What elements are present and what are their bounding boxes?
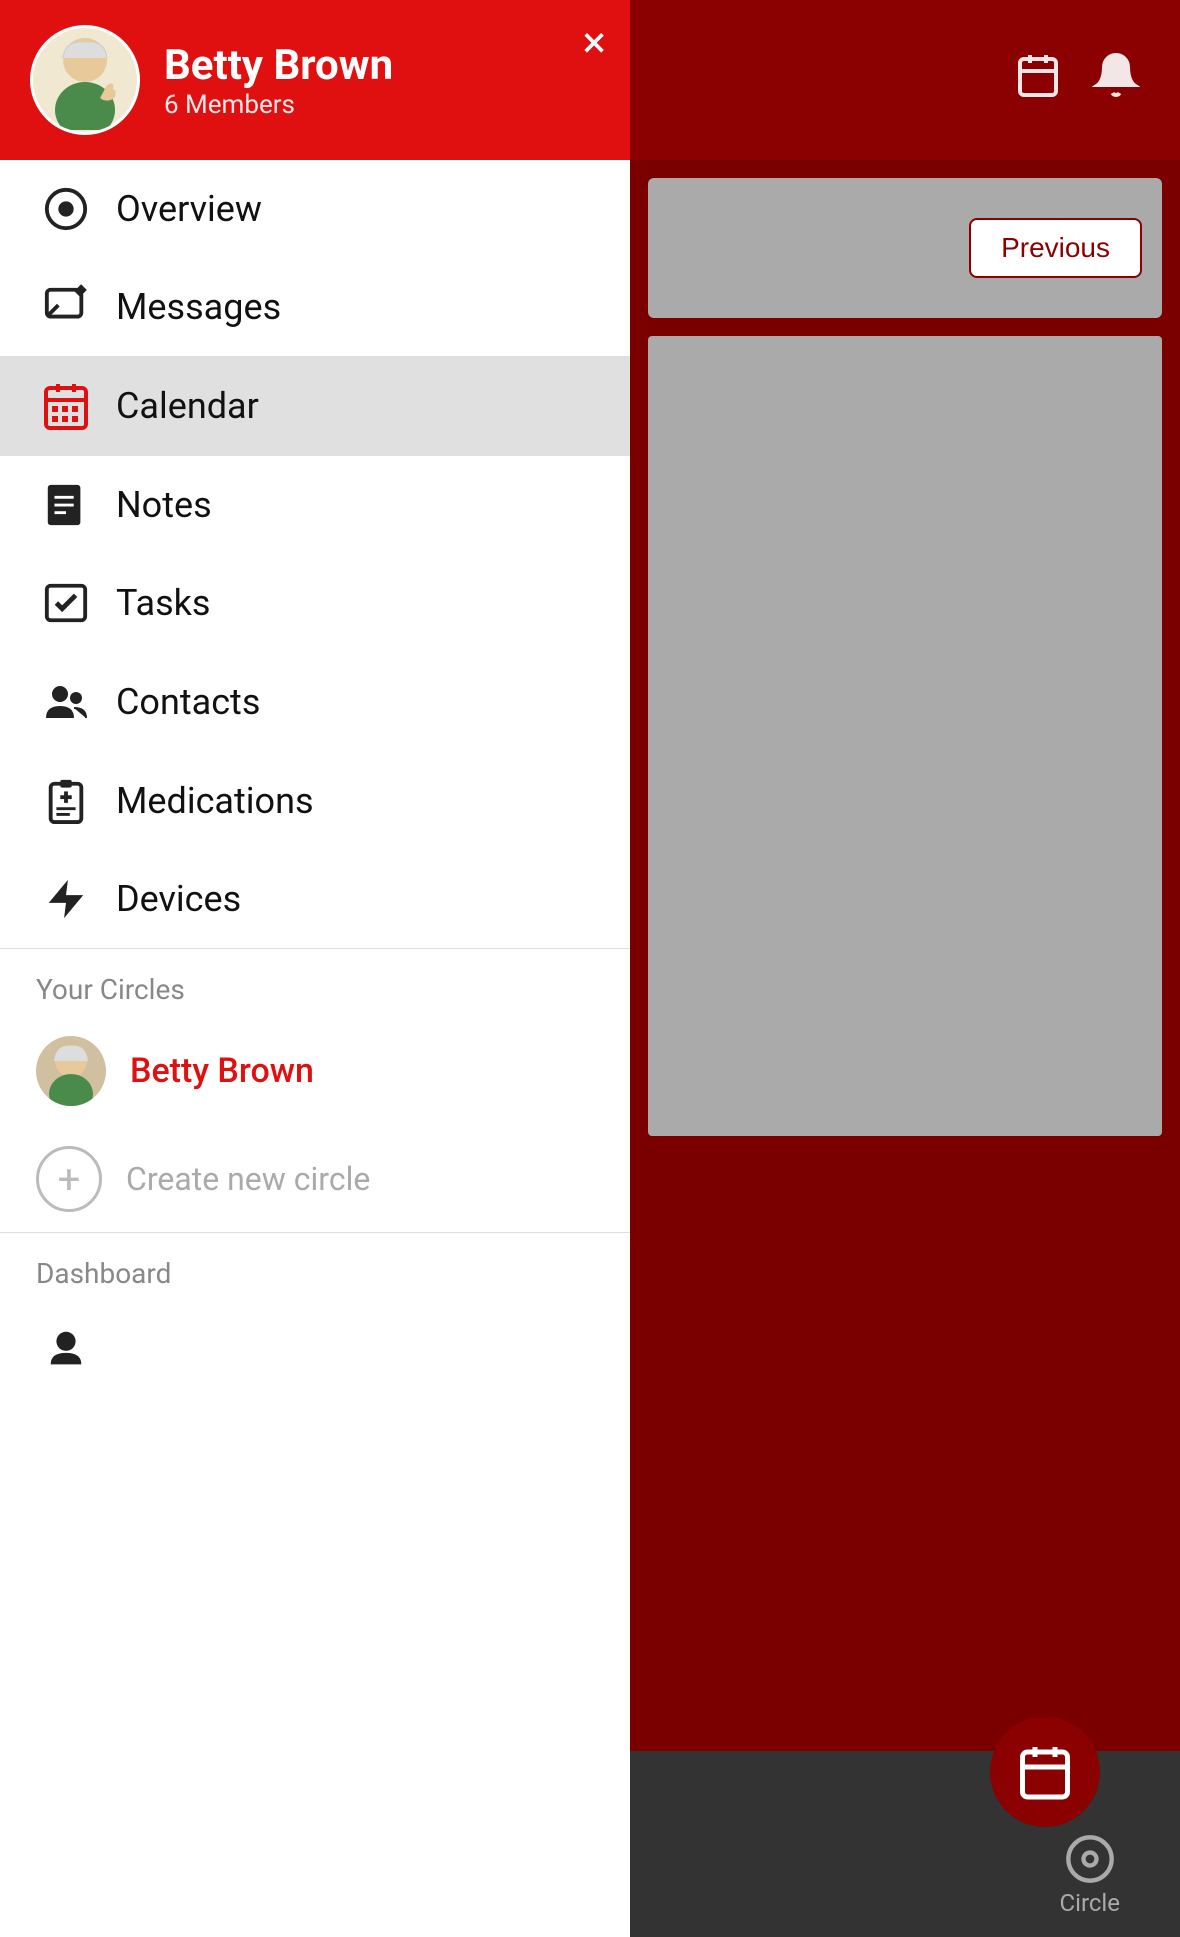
nav-item-overview[interactable]: Overview bbox=[0, 160, 630, 258]
bell-icon[interactable] bbox=[1092, 51, 1140, 110]
calendar-icon[interactable] bbox=[1014, 51, 1062, 110]
contacts-icon bbox=[36, 678, 96, 726]
create-circle-button[interactable]: + Create new circle bbox=[0, 1126, 630, 1232]
nav-item-notes[interactable]: Notes bbox=[0, 456, 630, 554]
overview-label: Overview bbox=[116, 188, 262, 230]
avatar bbox=[30, 25, 140, 135]
messages-icon bbox=[36, 284, 96, 330]
right-panel: Previous bbox=[630, 0, 1180, 1937]
circle-nav-item[interactable]: Circle bbox=[1060, 1833, 1121, 1917]
header-info: Betty Brown 6 Members bbox=[164, 41, 393, 120]
dashboard-section: Dashboard bbox=[0, 1233, 630, 1300]
fab-calendar-button[interactable] bbox=[990, 1717, 1100, 1827]
members-count: 6 Members bbox=[164, 90, 393, 120]
user-name: Betty Brown bbox=[164, 41, 393, 90]
notes-icon bbox=[36, 482, 96, 528]
nav-item-messages[interactable]: Messages bbox=[0, 258, 630, 356]
bottom-bar: Circle bbox=[630, 1751, 1180, 1937]
nav-list: Overview Messages bbox=[0, 160, 630, 1937]
notes-label: Notes bbox=[116, 484, 212, 526]
nav-item-devices[interactable]: Devices bbox=[0, 850, 630, 948]
circle-betty-brown[interactable]: Betty Brown bbox=[0, 1016, 630, 1126]
calendar-nav-icon bbox=[36, 382, 96, 430]
previous-button[interactable]: Previous bbox=[969, 218, 1142, 278]
nav-item-calendar[interactable]: Calendar bbox=[0, 356, 630, 456]
dashboard-item[interactable] bbox=[0, 1300, 630, 1382]
circle-label: Circle bbox=[1060, 1889, 1121, 1917]
overview-icon bbox=[36, 186, 96, 232]
dashboard-icon bbox=[36, 1326, 96, 1372]
calendar-label: Calendar bbox=[116, 385, 259, 427]
medications-label: Medications bbox=[116, 780, 314, 822]
nav-item-tasks[interactable]: Tasks bbox=[0, 554, 630, 652]
close-button[interactable]: × bbox=[583, 20, 606, 64]
right-panel-header bbox=[630, 0, 1180, 160]
create-circle-label: Create new circle bbox=[126, 1160, 370, 1198]
nav-item-contacts[interactable]: Contacts bbox=[0, 652, 630, 752]
devices-icon bbox=[36, 876, 96, 922]
contacts-label: Contacts bbox=[116, 681, 260, 723]
tasks-label: Tasks bbox=[116, 582, 210, 624]
circle-name: Betty Brown bbox=[130, 1051, 314, 1091]
nav-item-medications[interactable]: Medications bbox=[0, 752, 630, 850]
circles-section-title: Your Circles bbox=[0, 949, 630, 1016]
dashboard-title: Dashboard bbox=[36, 1257, 594, 1290]
messages-label: Messages bbox=[116, 286, 281, 328]
devices-label: Devices bbox=[116, 878, 241, 920]
tasks-icon bbox=[36, 580, 96, 626]
calendar-content-area bbox=[648, 336, 1162, 1136]
medications-icon bbox=[36, 778, 96, 824]
plus-icon: + bbox=[36, 1146, 102, 1212]
circle-avatar bbox=[36, 1036, 106, 1106]
navigation-drawer: Betty Brown 6 Members × Overview bbox=[0, 0, 630, 1937]
drawer-header: Betty Brown 6 Members × bbox=[0, 0, 630, 160]
